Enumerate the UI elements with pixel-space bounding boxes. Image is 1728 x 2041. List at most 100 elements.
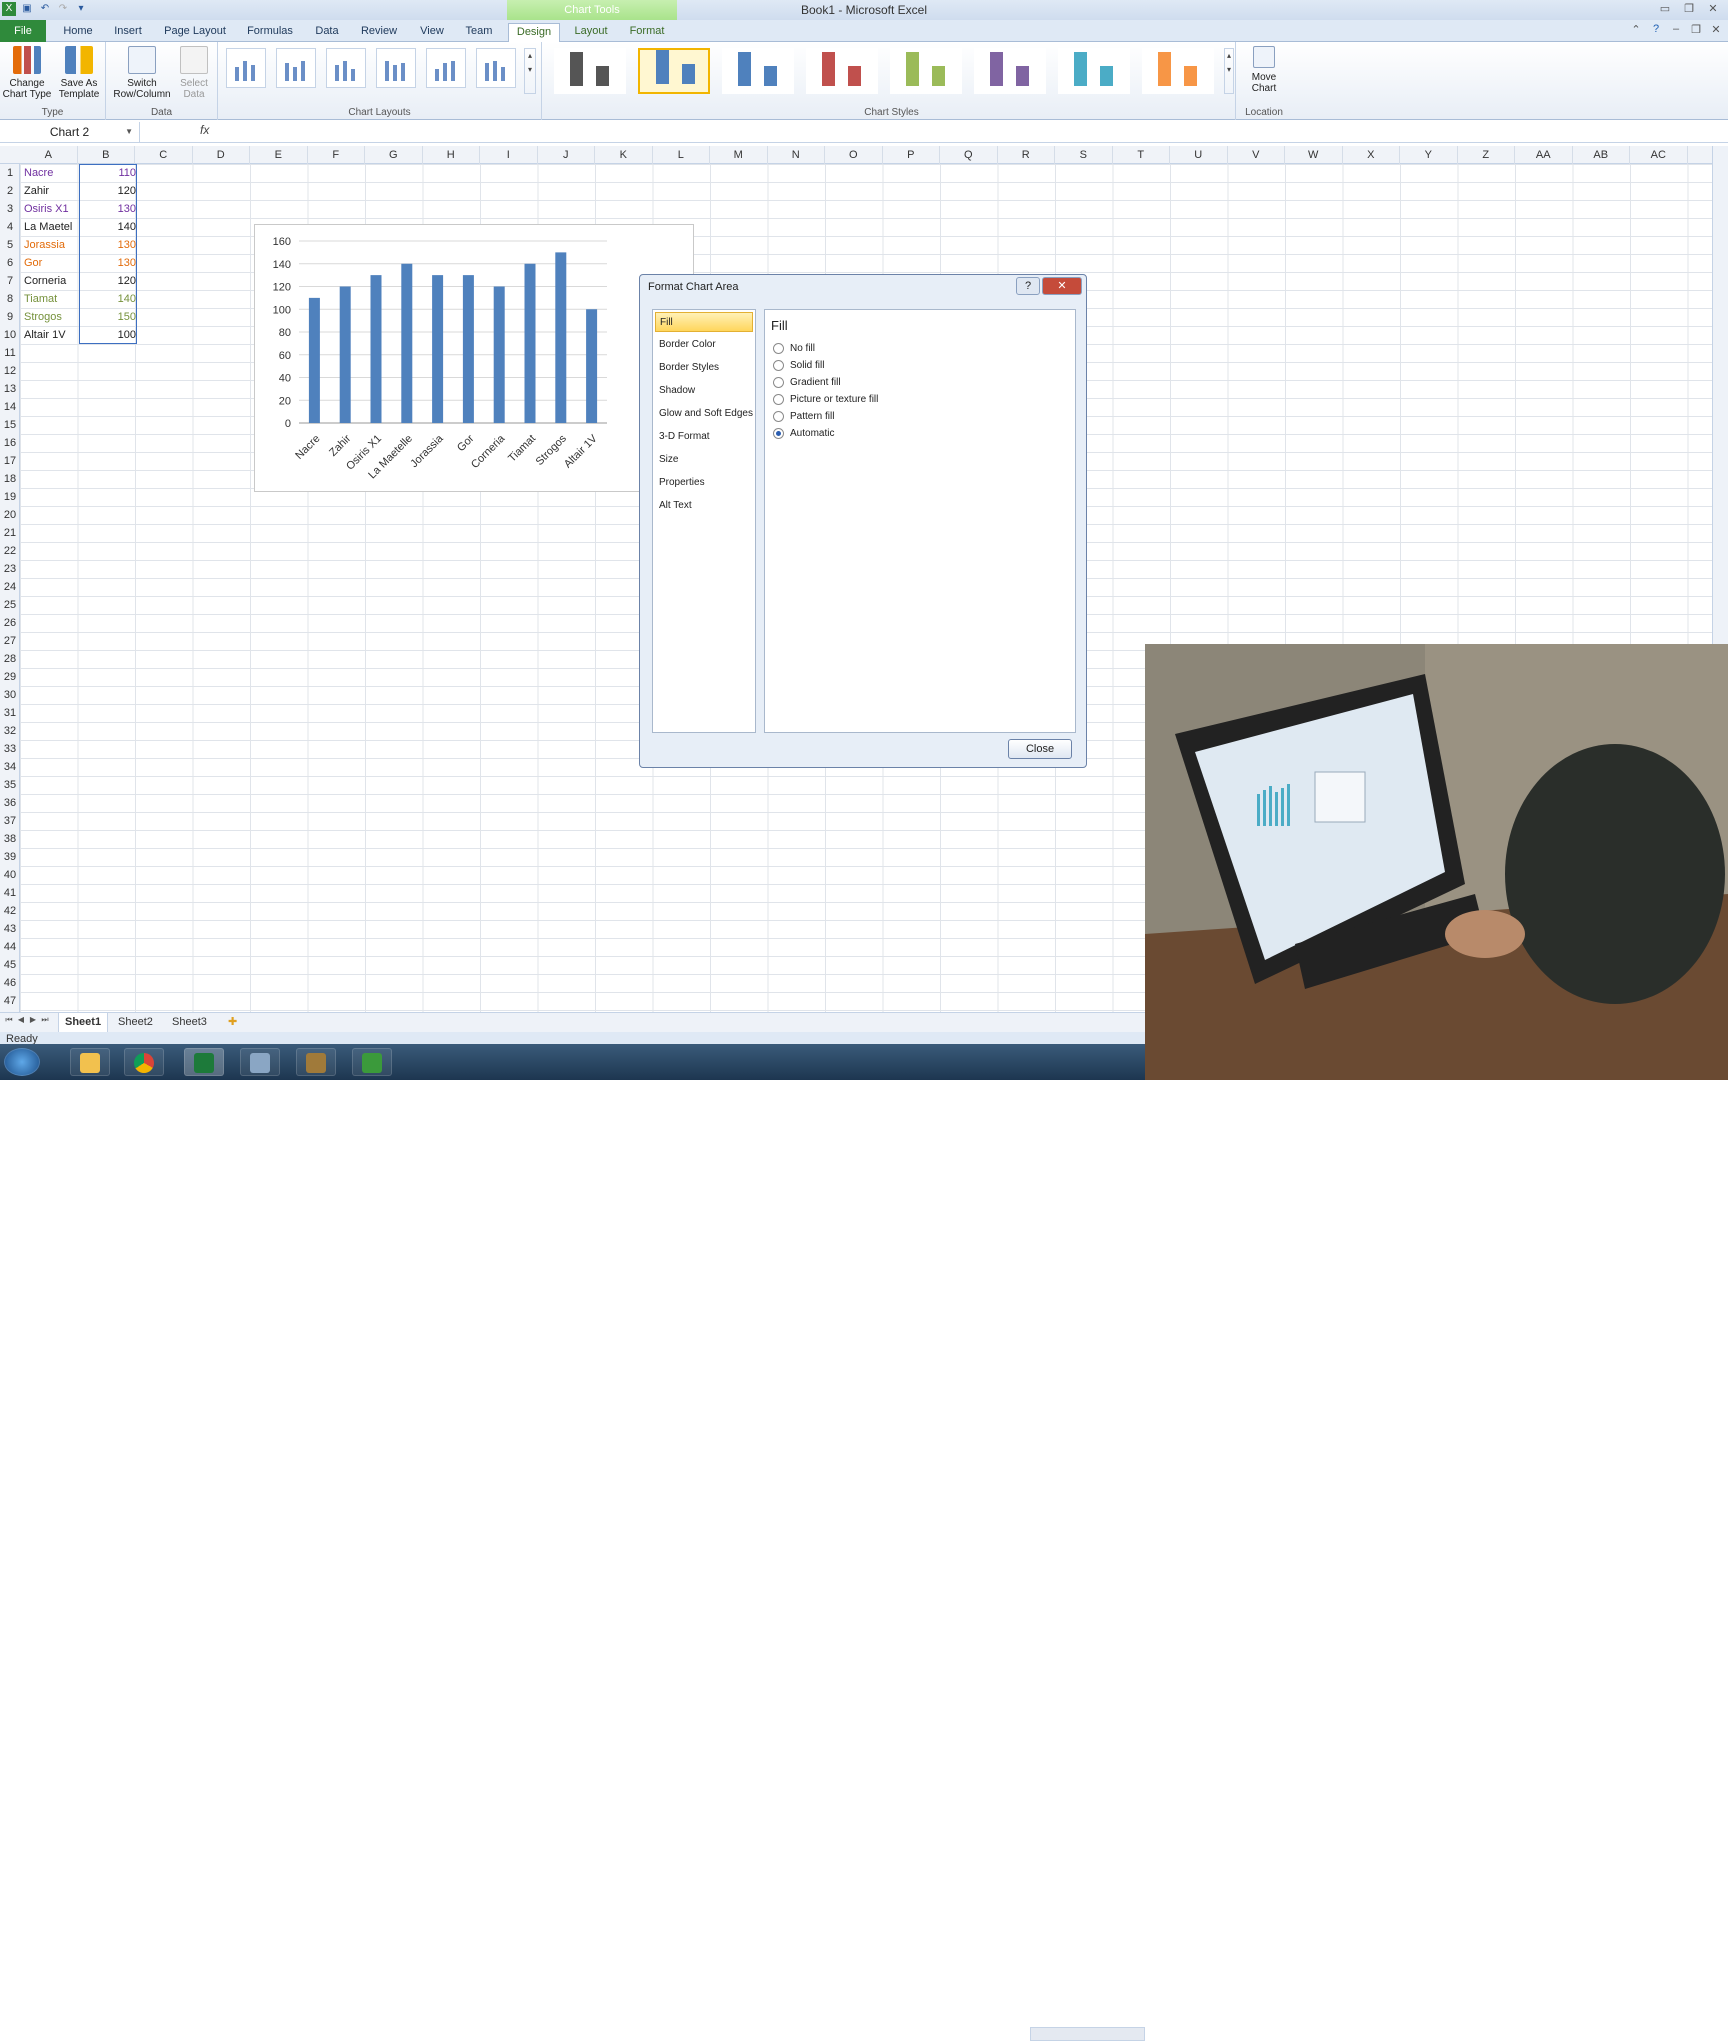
horizontal-scrollbar[interactable] bbox=[1030, 2027, 1145, 2041]
row-header-34[interactable]: 34 bbox=[0, 758, 20, 776]
cell-a4[interactable]: La Maetel bbox=[24, 218, 72, 236]
tab-layout[interactable]: Layout bbox=[566, 23, 616, 42]
column-header-a[interactable]: A bbox=[20, 146, 78, 164]
column-header-q[interactable]: Q bbox=[940, 146, 998, 164]
dialog-nav-border-styles[interactable]: Border Styles bbox=[655, 358, 753, 378]
minimize-icon[interactable]: ▭ bbox=[1654, 1, 1676, 17]
row-header-9[interactable]: 9 bbox=[0, 308, 20, 326]
row-header-39[interactable]: 39 bbox=[0, 848, 20, 866]
column-header-x[interactable]: X bbox=[1343, 146, 1400, 164]
bar-zahir[interactable] bbox=[339, 286, 351, 424]
first-sheet-icon[interactable]: ⏮ bbox=[4, 1015, 14, 1031]
dialog-nav-3-d-format[interactable]: 3-D Format bbox=[655, 427, 753, 447]
column-header-l[interactable]: L bbox=[653, 146, 710, 164]
row-header-12[interactable]: 12 bbox=[0, 362, 20, 380]
switch-row-column-button[interactable]: Switch Row/Column bbox=[112, 46, 172, 100]
chart-style-1[interactable] bbox=[554, 48, 626, 94]
bar-tiamat[interactable] bbox=[524, 263, 536, 423]
excel-icon[interactable] bbox=[184, 1048, 224, 1076]
dialog-close-x-button[interactable]: ✕ bbox=[1042, 277, 1082, 295]
chart-layout-5[interactable] bbox=[426, 48, 466, 88]
row-header-41[interactable]: 41 bbox=[0, 884, 20, 902]
chart-layout-4[interactable] bbox=[376, 48, 416, 88]
radio-icon[interactable] bbox=[773, 393, 784, 405]
fill-option-gradient-fill[interactable]: Gradient fill bbox=[773, 374, 841, 390]
row-header-15[interactable]: 15 bbox=[0, 416, 20, 434]
tab-data[interactable]: Data bbox=[310, 23, 344, 42]
column-header-p[interactable]: P bbox=[883, 146, 940, 164]
cell-a7[interactable]: Corneria bbox=[24, 272, 66, 290]
sheet-tab-sheet2[interactable]: Sheet2 bbox=[112, 1013, 159, 1033]
insert-sheet-icon[interactable]: ✚ bbox=[222, 1013, 243, 1033]
vertical-scrollbar[interactable] bbox=[1712, 146, 1728, 644]
row-header-22[interactable]: 22 bbox=[0, 542, 20, 560]
row-header-33[interactable]: 33 bbox=[0, 740, 20, 758]
sheet-tab-sheet1[interactable]: Sheet1 bbox=[58, 1013, 109, 1033]
tab-view[interactable]: View bbox=[414, 23, 450, 42]
styles-gallery-more-icon[interactable]: ▴ ▾ bbox=[1224, 48, 1234, 94]
cell-a5[interactable]: Jorassia bbox=[24, 236, 65, 254]
column-header-g[interactable]: G bbox=[365, 146, 423, 164]
radio-icon[interactable] bbox=[773, 410, 784, 422]
row-header-29[interactable]: 29 bbox=[0, 668, 20, 686]
tab-home[interactable]: Home bbox=[58, 23, 98, 42]
row-header-44[interactable]: 44 bbox=[0, 938, 20, 956]
row-header-38[interactable]: 38 bbox=[0, 830, 20, 848]
tab-team[interactable]: Team bbox=[460, 23, 498, 42]
chart-layout-1[interactable] bbox=[226, 48, 266, 88]
bar-jorassia[interactable] bbox=[432, 275, 444, 423]
chart-layout-6[interactable] bbox=[476, 48, 516, 88]
fill-option-pattern-fill[interactable]: Pattern fill bbox=[773, 408, 834, 424]
tab-design[interactable]: Design bbox=[508, 23, 560, 43]
fill-option-no-fill[interactable]: No fill bbox=[773, 340, 815, 356]
fx-icon[interactable]: fx bbox=[200, 123, 209, 137]
save-as-template-button[interactable]: Save As Template bbox=[54, 46, 104, 100]
radio-icon[interactable] bbox=[773, 376, 784, 388]
chart-style-8[interactable] bbox=[1142, 48, 1214, 94]
dialog-help-button[interactable]: ? bbox=[1016, 277, 1040, 295]
bar-gor[interactable] bbox=[462, 275, 474, 423]
row-header-6[interactable]: 6 bbox=[0, 254, 20, 272]
chart-layout-2[interactable] bbox=[276, 48, 316, 88]
dialog-nav-shadow[interactable]: Shadow bbox=[655, 381, 753, 401]
row-header-19[interactable]: 19 bbox=[0, 488, 20, 506]
name-box[interactable]: Chart 2 ▼ bbox=[0, 122, 140, 142]
row-header-21[interactable]: 21 bbox=[0, 524, 20, 542]
dialog-nav-border-color[interactable]: Border Color bbox=[655, 335, 753, 355]
chart-style-2[interactable] bbox=[638, 48, 710, 94]
dialog-close-button[interactable]: Close bbox=[1008, 739, 1072, 759]
tab-formulas[interactable]: Formulas bbox=[242, 23, 298, 42]
dialog-nav-alt-text[interactable]: Alt Text bbox=[655, 496, 753, 516]
tab-format[interactable]: Format bbox=[622, 23, 672, 42]
column-header-k[interactable]: K bbox=[595, 146, 653, 164]
row-header-43[interactable]: 43 bbox=[0, 920, 20, 938]
row-header-10[interactable]: 10 bbox=[0, 326, 20, 344]
select-data-button[interactable]: Select Data bbox=[172, 46, 216, 100]
cell-a8[interactable]: Tiamat bbox=[24, 290, 57, 308]
close-window-icon[interactable]: ✕ bbox=[1702, 1, 1724, 17]
radio-icon[interactable] bbox=[773, 342, 784, 354]
ribbon-minimize-icon[interactable]: ⌃ bbox=[1628, 23, 1644, 39]
row-header-37[interactable]: 37 bbox=[0, 812, 20, 830]
fill-option-automatic[interactable]: Automatic bbox=[773, 425, 834, 441]
radio-icon[interactable] bbox=[773, 427, 784, 439]
tab-file[interactable]: File bbox=[0, 20, 46, 42]
row-header-20[interactable]: 20 bbox=[0, 506, 20, 524]
cell-a10[interactable]: Altair 1V bbox=[24, 326, 66, 344]
help-icon[interactable]: ? bbox=[1648, 23, 1664, 39]
column-header-y[interactable]: Y bbox=[1400, 146, 1458, 164]
row-header-30[interactable]: 30 bbox=[0, 686, 20, 704]
tab-review[interactable]: Review bbox=[356, 23, 402, 42]
last-sheet-icon[interactable]: ⏭ bbox=[40, 1015, 50, 1031]
cell-a6[interactable]: Gor bbox=[24, 254, 42, 272]
row-header-31[interactable]: 31 bbox=[0, 704, 20, 722]
explorer-icon[interactable] bbox=[70, 1048, 110, 1076]
cell-a3[interactable]: Osiris X1 bbox=[24, 200, 69, 218]
doc-restore-icon[interactable]: ❐ bbox=[1688, 23, 1704, 39]
chrome-icon[interactable] bbox=[124, 1048, 164, 1076]
chart-area[interactable]: 0 20 40 60 80 100 120 140 160 Nacre Zahir Osiris X1… bbox=[254, 224, 694, 492]
cell-a9[interactable]: Strogos bbox=[24, 308, 62, 326]
row-header-35[interactable]: 35 bbox=[0, 776, 20, 794]
column-header-d[interactable]: D bbox=[193, 146, 250, 164]
column-header-f[interactable]: F bbox=[308, 146, 365, 164]
